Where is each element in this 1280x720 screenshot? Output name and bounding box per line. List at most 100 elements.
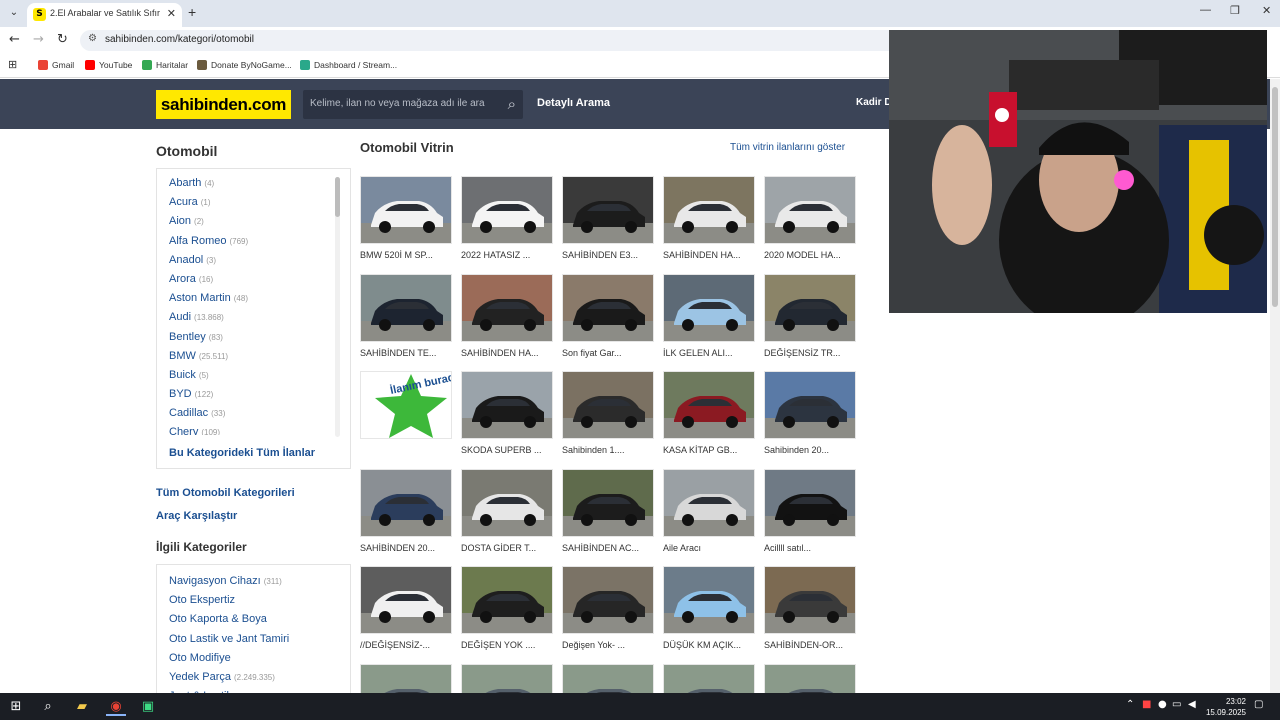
related-category-item[interactable]: Oto Kaporta & Boya [169,613,349,632]
brand-item[interactable]: Buick (5) [169,369,339,388]
windows-start-icon[interactable]: ⊞ [6,697,26,716]
showcase-image[interactable] [562,371,654,439]
brand-item[interactable]: Abarth (4) [169,177,339,196]
showcase-image[interactable] [461,176,553,244]
showcase-caption[interactable]: Değişen Yok- ... [562,640,654,650]
showcase-image[interactable] [663,176,755,244]
showcase-card[interactable]: Aile Aracı [663,468,755,559]
compare-link[interactable]: Araç Karşılaştır [156,510,237,522]
showcase-image[interactable] [461,273,553,342]
brand-item[interactable]: Anadol (3) [169,254,339,273]
showcase-card[interactable]: Son fiyat Gar... [562,273,654,364]
showcase-image[interactable] [764,468,856,537]
showcase-image[interactable] [461,566,553,634]
url-field[interactable]: ⚙ sahibinden.com/kategori/otomobil [80,30,900,51]
brand-item[interactable]: Aion (2) [169,215,339,234]
brand-item[interactable]: Bentley (83) [169,331,339,350]
brand-item[interactable]: Arora (16) [169,273,339,292]
showcase-card[interactable]: 2022 HATASIZ ... [461,176,553,266]
showcase-card[interactable]: Sahibinden 1.... [562,371,654,461]
showcase-card[interactable]: SAHİBİNDEN HA... [663,176,755,266]
showcase-caption[interactable]: Sahibinden 1.... [562,445,654,455]
showcase-card[interactable] [461,663,553,696]
showcase-card[interactable]: SKODA SUPERB ... [461,371,553,461]
showcase-card[interactable] [764,663,856,696]
showcase-caption[interactable]: SAHİBİNDEN HA... [663,250,755,260]
bookmark-maps[interactable]: Haritalar [142,60,188,70]
showcase-caption[interactable]: Son fiyat Gar... [562,348,654,358]
showcase-caption[interactable]: DEĞİŞEN YOK .... [461,640,553,650]
showcase-card[interactable]: SAHİBİNDEN AC... [562,468,654,559]
showcase-caption[interactable]: SAHİBİNDEN TE... [360,348,452,358]
file-explorer-icon[interactable]: ▰ [72,697,92,716]
showcase-image[interactable]: İlanım burada yer alsın [360,371,452,439]
brand-item[interactable]: Acura (1) [169,196,339,215]
taskbar-clock[interactable]: 23:02 15.09.2025 [1206,696,1246,718]
tray-app-icon[interactable]: ■ [1142,699,1151,710]
related-category-item[interactable]: Oto Ekspertiz [169,594,349,613]
network-icon[interactable]: ▭ [1172,699,1181,710]
showcase-image[interactable] [764,176,856,244]
volume-icon[interactable]: ◀ [1188,699,1196,710]
window-close-icon[interactable]: ✕ [1262,4,1271,17]
showcase-caption[interactable]: KASA KİTAP GB... [663,445,755,455]
back-icon[interactable]: ← [9,32,20,47]
showcase-caption[interactable]: //DEĞİŞENSİZ-... [360,640,452,650]
showcase-image[interactable] [562,273,654,342]
showcase-card[interactable]: DEĞİŞENSİZ TR... [764,273,856,364]
showcase-image[interactable] [663,663,755,696]
showcase-card[interactable]: BMW 520İ M SP... [360,176,452,266]
all-listings-link[interactable]: Bu Kategorideki Tüm İlanlar [169,447,315,459]
related-category-item[interactable]: Oto Modifiye [169,652,349,671]
showcase-card[interactable]: SAHİBİNDEN 20... [360,468,452,559]
showcase-image[interactable] [461,371,553,439]
related-category-item[interactable]: Oto Lastik ve Jant Tamiri [169,633,349,652]
brand-item[interactable]: Alfa Romeo (769) [169,235,339,254]
forward-icon[interactable]: → [33,32,44,47]
advanced-search-link[interactable]: Detaylı Arama [537,97,610,109]
showcase-caption[interactable]: BMW 520İ M SP... [360,250,452,260]
bookmark-donate[interactable]: Donate ByNoGame... [197,60,292,70]
minimize-icon[interactable]: — [1200,4,1211,16]
showcase-caption[interactable]: SAHİBİNDEN-OR... [764,640,856,650]
maximize-icon[interactable]: ❐ [1230,4,1240,17]
new-tab-icon[interactable]: + [188,4,196,20]
showcase-image[interactable] [764,663,856,696]
showcase-card[interactable] [562,663,654,696]
brand-list-scrollbar[interactable] [335,177,340,437]
showcase-image[interactable] [360,176,452,244]
showcase-image[interactable] [764,371,856,439]
showcase-image[interactable] [360,566,452,634]
brand-item[interactable]: Chery (109) [169,426,339,435]
tab-close-icon[interactable]: ✕ [167,7,176,20]
showcase-card[interactable]: SAHİBİNDEN TE... [360,273,452,364]
showcase-card[interactable]: İlanım burada yer alsın [360,371,452,461]
showcase-card[interactable] [360,663,452,696]
bookmark-dashboard[interactable]: Dashboard / Stream... [300,60,397,70]
brand-item[interactable]: BMW (25.511) [169,350,339,369]
showcase-caption[interactable]: 2020 MODEL HA... [764,250,856,260]
showcase-card[interactable]: İLK GELEN ALI... [663,273,755,364]
showcase-image[interactable] [360,273,452,342]
showcase-image[interactable] [461,663,553,696]
chrome-icon[interactable]: ◉ [106,697,126,716]
showcase-caption[interactable]: SAHİBİNDEN HA... [461,348,553,358]
showcase-image[interactable] [764,273,856,342]
showcase-image[interactable] [663,468,755,537]
bookmark-youtube[interactable]: YouTube [85,60,132,70]
browser-tab[interactable]: S 2.El Arabalar ve Satılık Sıfır Km Otom… [27,3,182,27]
apps-grid-icon[interactable]: ⊞ [8,58,17,71]
showcase-image[interactable] [764,566,856,634]
brand-item[interactable]: BYD (122) [169,388,339,407]
showcase-card[interactable] [663,663,755,696]
brand-item[interactable]: Audi (13.868) [169,311,339,330]
showcase-show-all-link[interactable]: Tüm vitrin ilanlarını göster [730,142,845,153]
page-scrollbar[interactable] [1270,79,1280,693]
showcase-card[interactable]: Acillll satıl... [764,468,856,559]
showcase-caption[interactable]: Sahibinden 20... [764,445,856,455]
showcase-card[interactable]: SAHİBİNDEN-OR... [764,566,856,656]
showcase-caption[interactable]: DOSTA GİDER T... [461,543,553,553]
app-icon[interactable]: ▣ [138,697,158,716]
showcase-card[interactable]: DEĞİŞEN YOK .... [461,566,553,656]
related-category-item[interactable]: Navigasyon Cihazı (311) [169,575,349,594]
